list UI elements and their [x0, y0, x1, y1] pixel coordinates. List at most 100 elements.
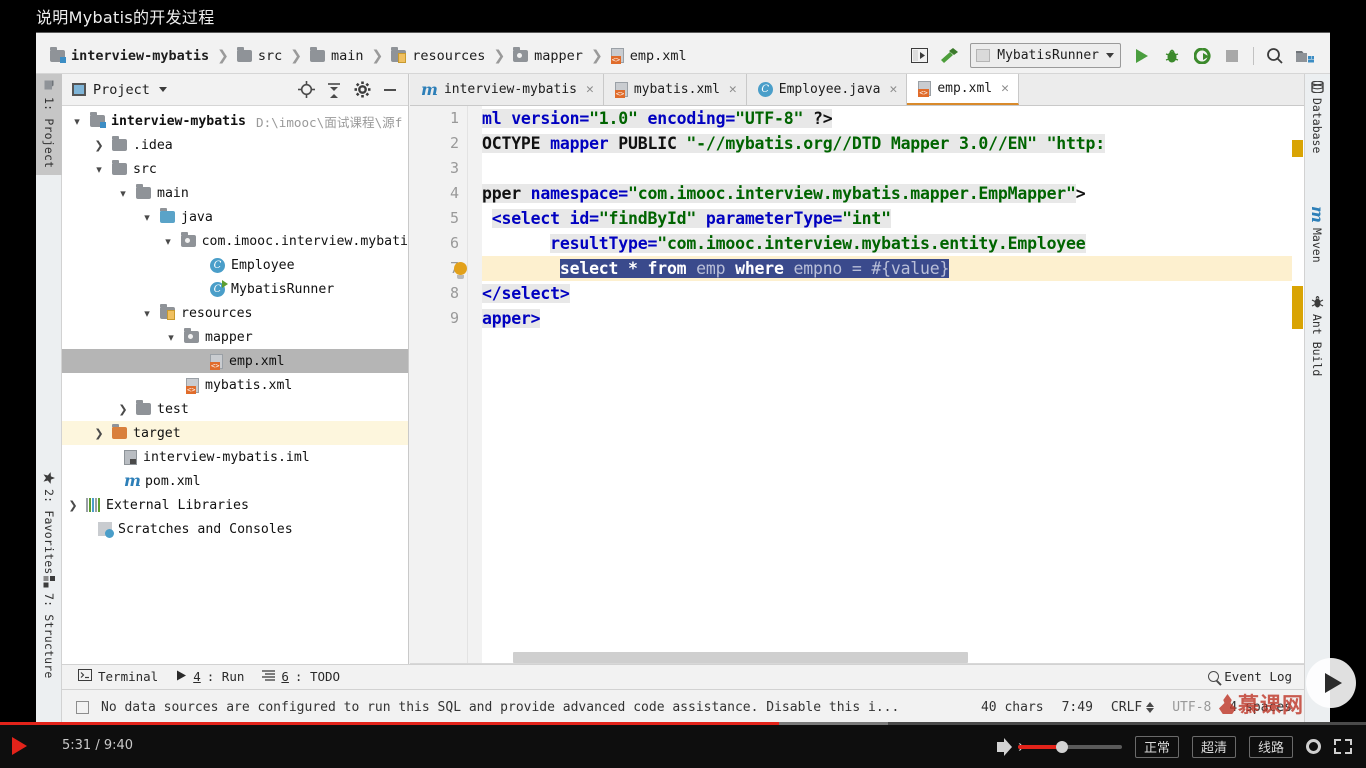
tab-emp-xml[interactable]: emp.xml ✕ [907, 74, 1019, 105]
tree-item-emp-xml[interactable]: emp.xml [62, 349, 408, 373]
hide-icon[interactable] [378, 78, 402, 102]
chevron-down-icon[interactable]: ▾ [161, 235, 175, 248]
chevron-down-icon[interactable] [158, 87, 167, 92]
chevron-down-icon[interactable]: ▾ [164, 331, 178, 344]
tree-item-module[interactable]: ▾ interview-mybatis D:\imooc\面试课程\源f [62, 109, 408, 133]
status-indent[interactable]: 4 spaces [1229, 700, 1292, 715]
tool-window-run[interactable]: 4 : Run [176, 669, 244, 684]
stop-icon[interactable] [1217, 42, 1247, 70]
volume-knob[interactable] [1055, 740, 1068, 753]
settings-gear-icon[interactable] [1306, 739, 1321, 754]
play-overlay-button[interactable] [1306, 658, 1356, 708]
sidebar-item-structure[interactable]: 7: Structure [36, 569, 62, 685]
breadcrumb-item-module[interactable]: interview-mybatis [50, 46, 209, 64]
code-editor[interactable]: 1 2 3 4 5 6 7 8 9 ml [410, 106, 1304, 685]
sidebar-item-maven[interactable]: m Maven [1304, 199, 1330, 270]
breadcrumb-item-file[interactable]: emp.xml [610, 48, 687, 64]
close-icon[interactable]: ✕ [586, 82, 594, 97]
tree-item-iml[interactable]: interview-mybatis.iml [62, 445, 408, 469]
tree-item-mapper[interactable]: ▾ mapper [62, 325, 408, 349]
tree-item-external-libraries[interactable]: ❯ External Libraries [62, 493, 408, 517]
event-log-icon [1208, 671, 1220, 682]
java-class-icon: C [210, 257, 225, 273]
sidebar-item-ant-build[interactable]: Ant Build [1304, 289, 1330, 383]
sidebar-item-favorites[interactable]: 2: Favorites [36, 464, 62, 581]
project-structure-icon[interactable] [904, 42, 934, 70]
close-icon[interactable]: ✕ [1001, 81, 1009, 96]
status-caret-position[interactable]: 7:49 [1062, 700, 1093, 715]
collapse-all-icon[interactable] [322, 78, 346, 102]
run-coverage-icon[interactable] [1187, 42, 1217, 70]
chevron-down-icon[interactable]: ▾ [70, 115, 84, 128]
quality-button[interactable]: 超清 [1192, 735, 1236, 758]
editor-horizontal-scrollbar[interactable] [513, 652, 968, 663]
tree-item-label: .idea [133, 137, 173, 153]
status-line-separator[interactable]: CRLF [1111, 700, 1142, 715]
volume-icon[interactable] [997, 737, 1022, 756]
project-settings-icon[interactable] [1290, 42, 1320, 70]
editor-area: m interview-mybatis ✕ mybatis.xml ✕ C Em… [410, 74, 1304, 685]
run-icon[interactable] [1127, 42, 1157, 70]
chevron-right-icon[interactable]: ❯ [66, 499, 80, 512]
sidebar-item-project[interactable]: 1: Project [36, 74, 62, 176]
scrollbar-marker[interactable] [1292, 286, 1303, 329]
scrollbar-marker[interactable] [1292, 140, 1303, 157]
editor-gutter[interactable]: 1 2 3 4 5 6 7 8 9 [410, 106, 468, 685]
chevron-right-icon[interactable]: ❯ [92, 427, 106, 440]
tab-label: interview-mybatis [443, 82, 577, 97]
play-button[interactable] [12, 737, 27, 755]
chevron-right-icon[interactable]: ❯ [92, 139, 106, 152]
playback-speed-button[interactable]: 正常 [1135, 735, 1179, 758]
volume-slider[interactable] [1018, 740, 1122, 753]
tree-item-idea[interactable]: ❯ .idea [62, 133, 408, 157]
chevron-right-icon[interactable]: ❯ [116, 403, 130, 416]
tree-item-test[interactable]: ❯ test [62, 397, 408, 421]
tab-interview-mybatis[interactable]: m interview-mybatis ✕ [410, 74, 604, 105]
search-everywhere-icon[interactable] [1260, 42, 1290, 70]
chevron-down-icon[interactable]: ▾ [116, 187, 130, 200]
tab-mybatis-xml[interactable]: mybatis.xml ✕ [603, 74, 747, 105]
breadcrumb-item-mapper[interactable]: mapper [513, 46, 583, 64]
tree-item-label: pom.xml [144, 473, 201, 489]
tree-item-src[interactable]: ▾ src [62, 157, 408, 181]
tree-item-employee[interactable]: C Employee [62, 253, 408, 277]
event-log-button[interactable]: Event Log [1208, 669, 1304, 684]
sidebar-item-database[interactable]: Database [1304, 74, 1330, 160]
intention-bulb-icon[interactable] [454, 262, 467, 279]
tree-item-mybatis-xml[interactable]: mybatis.xml [62, 373, 408, 397]
xml-file-icon [918, 81, 932, 97]
breadcrumb-item-resources[interactable]: resources [391, 46, 485, 64]
run-configuration-selector[interactable]: MybatisRunner [970, 43, 1121, 68]
tree-item-resources[interactable]: ▾ resources [62, 301, 408, 325]
debug-icon[interactable] [1157, 42, 1187, 70]
sidebar-item-label: Maven [1310, 227, 1324, 263]
close-icon[interactable]: ✕ [890, 82, 898, 97]
tree-item-mybatisrunner[interactable]: C MybatisRunner [62, 277, 408, 301]
build-hammer-icon[interactable] [934, 42, 964, 70]
chevron-down-icon[interactable]: ▾ [140, 211, 154, 224]
route-button[interactable]: 线路 [1249, 735, 1293, 758]
tree-item-target[interactable]: ❯ target [62, 421, 408, 445]
breadcrumb-separator: ❯ [590, 47, 603, 64]
close-icon[interactable]: ✕ [729, 82, 737, 97]
tool-window-terminal[interactable]: Terminal [78, 669, 158, 684]
tree-item-pom[interactable]: m pom.xml [62, 469, 408, 493]
code-line-6: resultType="com.imooc.interview.mybatis.… [550, 234, 1086, 253]
status-encoding[interactable]: UTF-8 [1172, 700, 1211, 715]
chevron-down-icon[interactable]: ▾ [92, 163, 106, 176]
tree-item-java[interactable]: ▾ java [62, 205, 408, 229]
chevron-down-icon[interactable]: ▾ [140, 307, 154, 320]
fullscreen-icon[interactable] [1334, 739, 1352, 754]
tree-item-main[interactable]: ▾ main [62, 181, 408, 205]
tool-window-todo[interactable]: 6 : TODO [262, 669, 340, 684]
fold-column[interactable] [468, 106, 539, 685]
video-right-controls: 正常 超清 线路 [997, 725, 1352, 768]
locate-target-icon[interactable] [294, 78, 318, 102]
tree-item-scratches[interactable]: Scratches and Consoles [62, 517, 408, 541]
tree-item-package[interactable]: ▾ com.imooc.interview.mybati [62, 229, 408, 253]
editor-vertical-scrollbar[interactable] [1292, 138, 1304, 663]
breadcrumb-item-main[interactable]: main [310, 46, 364, 64]
tab-employee-java[interactable]: C Employee.java ✕ [746, 74, 908, 105]
breadcrumb-item-src[interactable]: src [236, 46, 282, 64]
gear-icon[interactable] [350, 78, 374, 102]
